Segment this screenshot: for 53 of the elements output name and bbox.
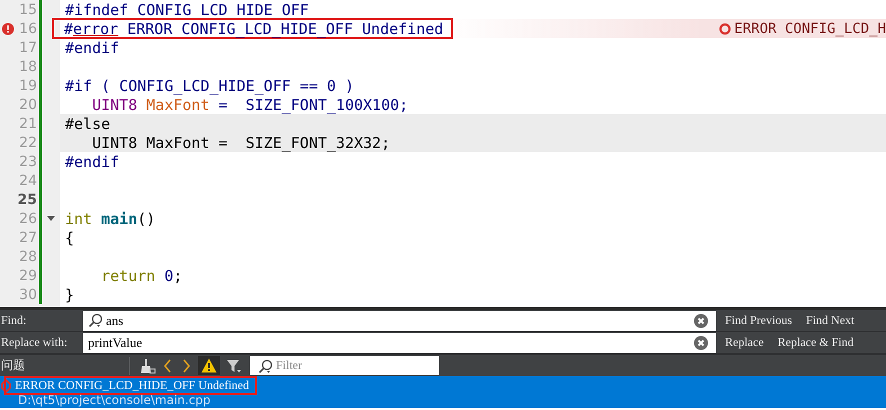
line-number: 27 bbox=[18, 230, 37, 246]
broom-icon[interactable] bbox=[140, 358, 156, 374]
code-line: return 0; bbox=[100, 266, 182, 284]
find-bar-button[interactable]: Find Next bbox=[805, 313, 856, 328]
find-bar-button[interactable]: Replace bbox=[724, 335, 765, 350]
panel-title: 问题 bbox=[0, 357, 26, 374]
code-line: UINT8 MaxFont = SIZE_FONT_100X100; bbox=[91, 96, 408, 114]
error-ring-icon bbox=[719, 22, 732, 34]
find-bar-button[interactable]: Find Previous bbox=[724, 313, 794, 328]
code-line: int main() bbox=[65, 210, 156, 228]
line-number: 22 bbox=[18, 134, 37, 150]
line-number: 16 bbox=[18, 20, 37, 36]
warning-icon bbox=[201, 358, 217, 373]
code-line: #error ERROR CONFIG_LCD_HIDE_OFF Undefined bbox=[64, 20, 444, 38]
code-line: UINT8 MaxFont = SIZE_FONT_32X32; bbox=[91, 134, 390, 152]
line-number: 26 bbox=[18, 210, 37, 226]
search-field[interactable]: ans bbox=[83, 310, 716, 330]
line-number: 18 bbox=[18, 58, 37, 74]
line-number: 20 bbox=[18, 96, 37, 112]
line-number: 25 bbox=[16, 192, 37, 208]
line-number: 24 bbox=[18, 172, 37, 188]
line-number: 30 bbox=[18, 286, 37, 302]
error-annotation: ERROR CONFIG_LCD_H bbox=[734, 20, 886, 36]
line-number: 17 bbox=[18, 40, 37, 56]
error-ring-icon bbox=[1, 378, 11, 392]
issue-message: ERROR CONFIG_LCD_HIDE_OFF Undefined bbox=[15, 378, 249, 393]
search-icon bbox=[88, 313, 102, 328]
clear-icon[interactable] bbox=[694, 336, 708, 350]
field-label: Find: bbox=[0, 313, 28, 328]
line-number: 29 bbox=[18, 268, 37, 284]
field-label: Replace with: bbox=[0, 335, 68, 350]
filter-icon[interactable] bbox=[226, 358, 242, 374]
code-line: #endif bbox=[65, 152, 120, 170]
code-line: { bbox=[65, 228, 74, 246]
error-icon bbox=[2, 22, 14, 34]
line-number: 23 bbox=[18, 154, 37, 170]
code-line: } bbox=[65, 286, 74, 304]
code-line: #if ( CONFIG_LCD_HIDE_OFF == 0 ) bbox=[65, 76, 354, 94]
code-line: #else bbox=[65, 114, 110, 132]
code-line: #ifndef CONFIG_LCD_HIDE_OFF bbox=[65, 0, 309, 18]
line-number: 15 bbox=[18, 2, 37, 18]
clear-icon[interactable] bbox=[694, 314, 708, 328]
fold-arrow-icon[interactable] bbox=[47, 216, 55, 221]
filter-field[interactable]: Filter bbox=[250, 356, 439, 375]
code-line: #endif bbox=[65, 38, 120, 56]
line-number: 28 bbox=[18, 248, 37, 264]
line-number: 19 bbox=[18, 78, 37, 94]
find-bar-button[interactable]: Replace & Find bbox=[776, 335, 855, 350]
line-number: 21 bbox=[18, 116, 37, 132]
issue-file-path: D:\qt5\project\console\main.cpp bbox=[17, 394, 212, 407]
replace-field[interactable]: printValue bbox=[83, 332, 716, 352]
issue-row[interactable]: ERROR CONFIG_LCD_HIDE_OFF Undefined D:\qt5\project\console\main.cpp bbox=[0, 376, 886, 408]
warning-filter-toggle[interactable] bbox=[198, 356, 220, 375]
